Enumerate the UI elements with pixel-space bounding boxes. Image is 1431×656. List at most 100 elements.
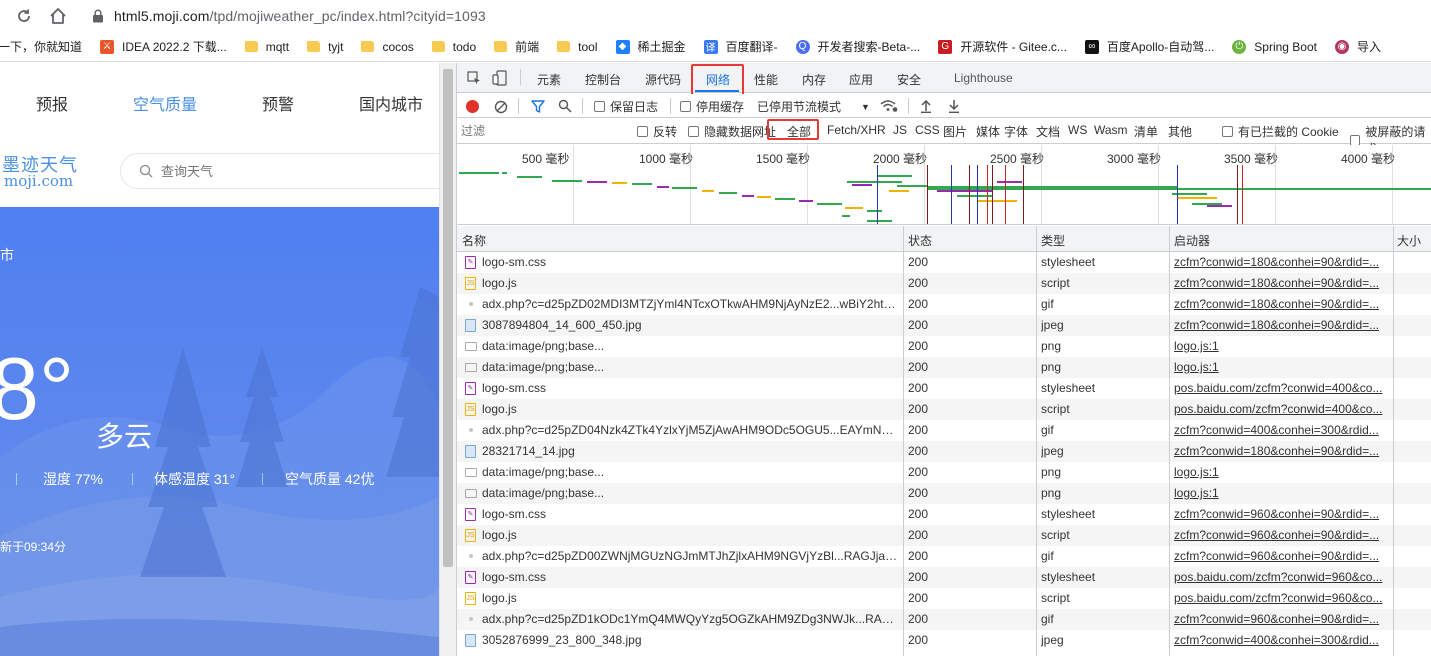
clear-icon[interactable] [494, 100, 508, 114]
disable-cache-checkbox[interactable]: 停用缓存 [680, 98, 744, 115]
initiator-link[interactable]: zcfm?conwid=180&conhei=90&rdid=... [1174, 444, 1388, 458]
filter-input[interactable] [461, 122, 621, 140]
bookmark-item[interactable]: todo [431, 40, 476, 54]
tab-console[interactable]: 控制台 [585, 71, 621, 88]
hide-data-urls-checkbox[interactable]: 隐藏数据网址 [688, 123, 776, 140]
moji-logo-domain[interactable]: moji.com [4, 172, 73, 190]
tab-security[interactable]: 安全 [897, 71, 921, 88]
filter-type-6[interactable]: 字体 [1004, 123, 1028, 140]
initiator-link[interactable]: zcfm?conwid=960&conhei=90&rdid=... [1174, 549, 1388, 563]
network-conditions-icon[interactable] [880, 99, 898, 113]
table-row[interactable]: 28321714_14.jpg 200 jpeg zcfm?conwid=180&co… [457, 441, 1431, 462]
air-quality-stat[interactable]: 空气质量 42优 [285, 469, 374, 489]
import-har-icon[interactable] [920, 99, 932, 113]
invert-checkbox[interactable]: 反转 [637, 123, 677, 140]
bookmark-item[interactable]: 一下，你就知道 [0, 38, 82, 55]
filter-type-11[interactable]: 其他 [1168, 123, 1192, 140]
initiator-link[interactable]: logo.js:1 [1174, 486, 1388, 500]
device-toolbar-icon[interactable] [492, 70, 508, 86]
initiator-link[interactable]: zcfm?conwid=960&conhei=90&rdid=... [1174, 612, 1388, 626]
bookmark-item[interactable]: mqtt [244, 40, 289, 54]
bookmark-item[interactable]: ◉ 导入 [1335, 38, 1381, 55]
initiator-link[interactable]: logo.js:1 [1174, 360, 1388, 374]
weather-search-input[interactable] [161, 163, 361, 179]
filter-type-8[interactable]: WS [1068, 123, 1087, 137]
checkbox-box[interactable] [680, 101, 691, 112]
column-header-status[interactable]: 状态 [908, 232, 932, 249]
table-row[interactable]: JS logo.js 200 script zcfm?conwid=180&conhei… [457, 273, 1431, 294]
column-header-size[interactable]: 大小 [1397, 232, 1421, 249]
filter-type-1[interactable]: Fetch/XHR [827, 123, 886, 137]
initiator-link[interactable]: zcfm?conwid=960&conhei=90&rdid=... [1174, 528, 1388, 542]
table-row[interactable]: JS logo.js 200 script pos.baidu.com/zcfm?con… [457, 399, 1431, 420]
nav-air-quality[interactable]: 空气质量 [133, 91, 197, 115]
table-row[interactable]: adx.php?c=d25pZD00ZWNjMGUzNGJmMTJhZjlxAH… [457, 546, 1431, 567]
blocked-cookies-checkbox[interactable]: 有已拦截的 Cookie [1222, 123, 1339, 140]
filter-type-10[interactable]: 清单 [1134, 123, 1158, 140]
tab-performance[interactable]: 性能 [754, 71, 778, 88]
table-row[interactable]: data:image/png;base... 200 png logo.js:1 [457, 336, 1431, 357]
filter-type-5[interactable]: 媒体 [976, 123, 1000, 140]
nav-warning[interactable]: 预警 [262, 91, 294, 115]
table-row[interactable]: 3087894804_14_600_450.jpg 200 jpeg zcfm?con… [457, 315, 1431, 336]
table-row[interactable]: ✎ logo-sm.css 200 stylesheet zcfm?conwid=960… [457, 504, 1431, 525]
record-icon[interactable] [466, 100, 479, 113]
search-icon[interactable] [558, 99, 572, 113]
bookmark-item[interactable]: cocos [361, 40, 414, 54]
filter-type-2[interactable]: JS [893, 123, 907, 137]
nav-forecast[interactable]: 预报 [36, 91, 68, 115]
bookmark-item[interactable]: ⚔ IDEA 2022.2 下载... [100, 38, 227, 55]
weather-search-box[interactable] [120, 153, 439, 189]
tab-memory[interactable]: 内存 [802, 71, 826, 88]
tab-sources[interactable]: 源代码 [645, 71, 681, 88]
export-har-icon[interactable] [948, 99, 960, 113]
bookmark-item[interactable]: Q 开发者搜索-Beta-... [795, 38, 920, 55]
checkbox-box[interactable] [637, 126, 648, 137]
column-header-initiator[interactable]: 启动器 [1174, 232, 1210, 249]
throttle-select[interactable]: 已停用节流模式 ▼ [757, 98, 870, 115]
column-header-name[interactable]: 名称 [462, 232, 486, 249]
checkbox-box[interactable] [688, 126, 699, 137]
filter-type-7[interactable]: 文档 [1036, 123, 1060, 140]
checkbox-box[interactable] [594, 101, 605, 112]
table-row[interactable]: JS logo.js 200 script zcfm?conwid=960&conhei… [457, 525, 1431, 546]
bookmark-item[interactable]: 译百度翻译- [703, 38, 778, 55]
network-overview-timeline[interactable]: 500 毫秒 1000 毫秒 1500 毫秒 2000 毫秒 2500 毫秒 3000 毫… [457, 145, 1431, 225]
column-header-type[interactable]: 类型 [1041, 232, 1065, 249]
filter-type-3[interactable]: CSS [915, 123, 940, 137]
table-row[interactable]: 3052876999_23_800_348.jpg 200 jpeg zcfm?con… [457, 630, 1431, 651]
table-row[interactable]: adx.php?c=d25pZD02MDI3MTZjYml4NTcxOTkwAH… [457, 294, 1431, 315]
bookmark-item[interactable]: ∞ 百度Apollo-自动驾... [1084, 38, 1214, 55]
initiator-link[interactable]: logo.js:1 [1174, 339, 1388, 353]
initiator-link[interactable]: zcfm?conwid=400&conhei=300&rdid... [1174, 633, 1388, 647]
url-field[interactable]: html5.moji.com/tpd/mojiweather_pc/index.… [84, 4, 1431, 28]
preserve-log-checkbox[interactable]: 保留日志 [594, 98, 658, 115]
initiator-link[interactable]: zcfm?conwid=400&conhei=300&rdid... [1174, 423, 1388, 437]
table-row[interactable]: adx.php?c=d25pZD1kODc1YmQ4MWQyYzg5OGZkAH… [457, 609, 1431, 630]
bookmark-item[interactable]: tyjt [307, 40, 343, 54]
checkbox-box[interactable] [1222, 126, 1233, 137]
scrollbar-thumb[interactable] [443, 69, 453, 567]
initiator-link[interactable]: pos.baidu.com/zcfm?conwid=400&co... [1174, 381, 1388, 395]
nav-domestic-cities[interactable]: 国内城市 [359, 91, 423, 115]
table-row[interactable]: adx.php?c=d25pZD04Nzk4ZTk4YzlxYjM5ZjAwAH… [457, 420, 1431, 441]
table-row[interactable]: ✎ logo-sm.css 200 stylesheet zcfm?conwid=180… [457, 252, 1431, 273]
inspect-element-icon[interactable] [467, 71, 481, 85]
filter-type-9[interactable]: Wasm [1094, 123, 1128, 137]
initiator-link[interactable]: zcfm?conwid=960&conhei=90&rdid=... [1174, 507, 1388, 521]
reload-button[interactable] [14, 6, 34, 26]
table-row[interactable]: ✎ logo-sm.css 200 stylesheet pos.baidu.com/z… [457, 567, 1431, 588]
initiator-link[interactable]: zcfm?conwid=180&conhei=90&rdid=... [1174, 318, 1388, 332]
table-row[interactable]: data:image/png;base... 200 png logo.js:1 [457, 462, 1431, 483]
bookmark-item[interactable]: ⏻ Spring Boot [1232, 39, 1317, 54]
checkbox-box[interactable] [1350, 134, 1361, 146]
tab-application[interactable]: 应用 [849, 71, 873, 88]
initiator-link[interactable]: pos.baidu.com/zcfm?conwid=400&co... [1174, 402, 1388, 416]
home-button[interactable] [48, 6, 68, 26]
table-row[interactable]: JS logo.js 200 script pos.baidu.com/zcfm?con… [457, 588, 1431, 609]
initiator-link[interactable]: zcfm?conwid=180&conhei=90&rdid=... [1174, 255, 1388, 269]
table-row[interactable]: data:image/png;base... 200 png logo.js:1 [457, 357, 1431, 378]
initiator-link[interactable]: pos.baidu.com/zcfm?conwid=960&co... [1174, 591, 1388, 605]
filter-type-4[interactable]: 图片 [943, 123, 967, 140]
tab-lighthouse[interactable]: Lighthouse [954, 71, 1013, 85]
